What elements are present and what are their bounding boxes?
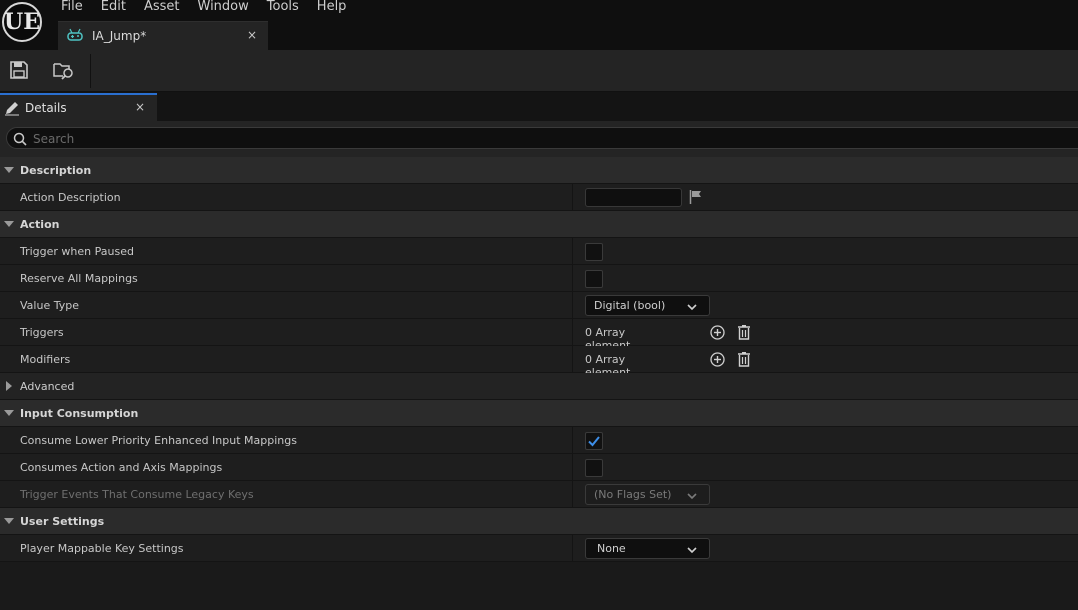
gamepad-icon xyxy=(67,28,83,44)
column-splitter[interactable] xyxy=(572,535,573,561)
action-description-input[interactable] xyxy=(585,188,682,207)
property-label: Player Mappable Key Settings xyxy=(20,542,184,555)
column-splitter[interactable] xyxy=(572,481,573,507)
column-splitter[interactable] xyxy=(572,319,573,345)
search-box[interactable] xyxy=(6,127,1078,149)
column-splitter[interactable] xyxy=(572,265,573,291)
property-label: Value Type xyxy=(20,299,79,312)
tab-close-icon[interactable]: × xyxy=(247,28,257,42)
empty-panel-area xyxy=(0,563,1078,610)
player-mappable-dropdown[interactable]: None xyxy=(585,538,710,559)
consume-lower-priority-checkbox[interactable] xyxy=(585,432,603,450)
category-label: Input Consumption xyxy=(20,407,139,420)
trash-icon[interactable] xyxy=(737,324,751,340)
details-close-icon[interactable]: × xyxy=(135,100,145,114)
search-input[interactable] xyxy=(33,130,633,147)
column-splitter[interactable] xyxy=(572,184,573,210)
tab-title: IA_Jump* xyxy=(92,29,147,43)
property-label: Consumes Action and Axis Mappings xyxy=(20,461,223,474)
menu-help[interactable]: Help xyxy=(308,0,356,14)
property-triggers: Triggers 0 Array element xyxy=(0,319,1078,352)
expand-arrow-icon[interactable] xyxy=(4,167,14,173)
property-consumes-action-axis: Consumes Action and Axis Mappings xyxy=(0,454,1078,481)
pencil-icon xyxy=(4,100,20,116)
menu-window[interactable]: Window xyxy=(189,0,258,14)
expand-arrow-icon[interactable] xyxy=(6,381,12,391)
checkmark-icon xyxy=(588,436,600,447)
property-player-mappable: Player Mappable Key Settings None xyxy=(0,535,1078,562)
chevron-down-icon xyxy=(687,544,697,554)
add-element-icon[interactable] xyxy=(710,325,725,340)
category-action[interactable]: Action xyxy=(0,211,1078,238)
save-icon[interactable] xyxy=(9,60,31,82)
category-description[interactable]: Description xyxy=(0,157,1078,184)
reserve-all-mappings-checkbox[interactable] xyxy=(585,270,603,288)
property-label: Reserve All Mappings xyxy=(20,272,138,285)
column-splitter[interactable] xyxy=(572,346,573,372)
property-label: Trigger Events That Consume Legacy Keys xyxy=(20,488,254,501)
details-tab-label: Details xyxy=(25,101,67,115)
consumes-action-axis-checkbox[interactable] xyxy=(585,459,603,477)
property-reserve-all-mappings: Reserve All Mappings xyxy=(0,265,1078,292)
tab-ia-jump[interactable]: IA_Jump* × xyxy=(58,21,268,50)
details-property-grid: Description Action Description Action Tr… xyxy=(0,157,1078,562)
browse-icon[interactable] xyxy=(53,60,75,82)
toolbar xyxy=(0,50,1078,92)
chevron-down-icon xyxy=(687,490,697,500)
column-splitter[interactable] xyxy=(572,427,573,453)
column-splitter[interactable] xyxy=(572,454,573,480)
property-label: Triggers xyxy=(20,326,64,339)
title-bar: UE File Edit Asset Window Tools Help IA_… xyxy=(0,0,1078,50)
category-user-settings[interactable]: User Settings xyxy=(0,508,1078,535)
menu-bar: File Edit Asset Window Tools Help xyxy=(52,0,355,14)
value-type-dropdown[interactable]: Digital (bool) xyxy=(585,295,710,316)
property-label: Action Description xyxy=(20,191,121,204)
logo-mark: UE xyxy=(2,2,42,42)
property-modifiers: Modifiers 0 Array element xyxy=(0,346,1078,379)
property-label: Consume Lower Priority Enhanced Input Ma… xyxy=(20,434,297,447)
property-value-type: Value Type Digital (bool) xyxy=(0,292,1078,319)
column-splitter[interactable] xyxy=(572,238,573,264)
dropdown-value: Digital (bool) xyxy=(594,299,666,312)
category-label: Advanced xyxy=(20,380,75,393)
property-action-description: Action Description xyxy=(0,184,1078,211)
toolbar-separator xyxy=(90,54,91,88)
expand-arrow-icon[interactable] xyxy=(4,410,14,416)
property-label: Trigger when Paused xyxy=(20,245,134,258)
localization-flag-icon[interactable] xyxy=(689,189,703,205)
property-label: Modifiers xyxy=(20,353,71,366)
category-label: Description xyxy=(20,164,92,177)
trash-icon[interactable] xyxy=(737,351,751,367)
tab-details[interactable]: Details × xyxy=(0,93,157,121)
trigger-events-legacy-dropdown: (No Flags Set) xyxy=(585,484,710,505)
search-icon xyxy=(13,132,27,146)
category-label: User Settings xyxy=(20,515,105,528)
panel-tab-strip: Details × xyxy=(0,92,1078,121)
category-label: Action xyxy=(20,218,60,231)
dropdown-value: None xyxy=(597,542,626,555)
menu-edit[interactable]: Edit xyxy=(92,0,135,14)
menu-asset[interactable]: Asset xyxy=(135,0,189,14)
search-bar-area xyxy=(0,121,1078,157)
add-element-icon[interactable] xyxy=(710,352,725,367)
property-trigger-events-legacy: Trigger Events That Consume Legacy Keys … xyxy=(0,481,1078,508)
dropdown-value: (No Flags Set) xyxy=(594,488,672,501)
column-splitter[interactable] xyxy=(572,292,573,318)
expand-arrow-icon[interactable] xyxy=(4,221,14,227)
property-consume-lower-priority: Consume Lower Priority Enhanced Input Ma… xyxy=(0,427,1078,454)
chevron-down-icon xyxy=(687,301,697,311)
expand-arrow-icon[interactable] xyxy=(4,518,14,524)
menu-tools[interactable]: Tools xyxy=(258,0,308,14)
category-input-consumption[interactable]: Input Consumption xyxy=(0,400,1078,427)
category-advanced[interactable]: Advanced xyxy=(0,373,1078,400)
trigger-when-paused-checkbox[interactable] xyxy=(585,243,603,261)
menu-file[interactable]: File xyxy=(52,0,92,14)
unreal-logo[interactable]: UE xyxy=(0,0,44,44)
property-trigger-when-paused: Trigger when Paused xyxy=(0,238,1078,265)
